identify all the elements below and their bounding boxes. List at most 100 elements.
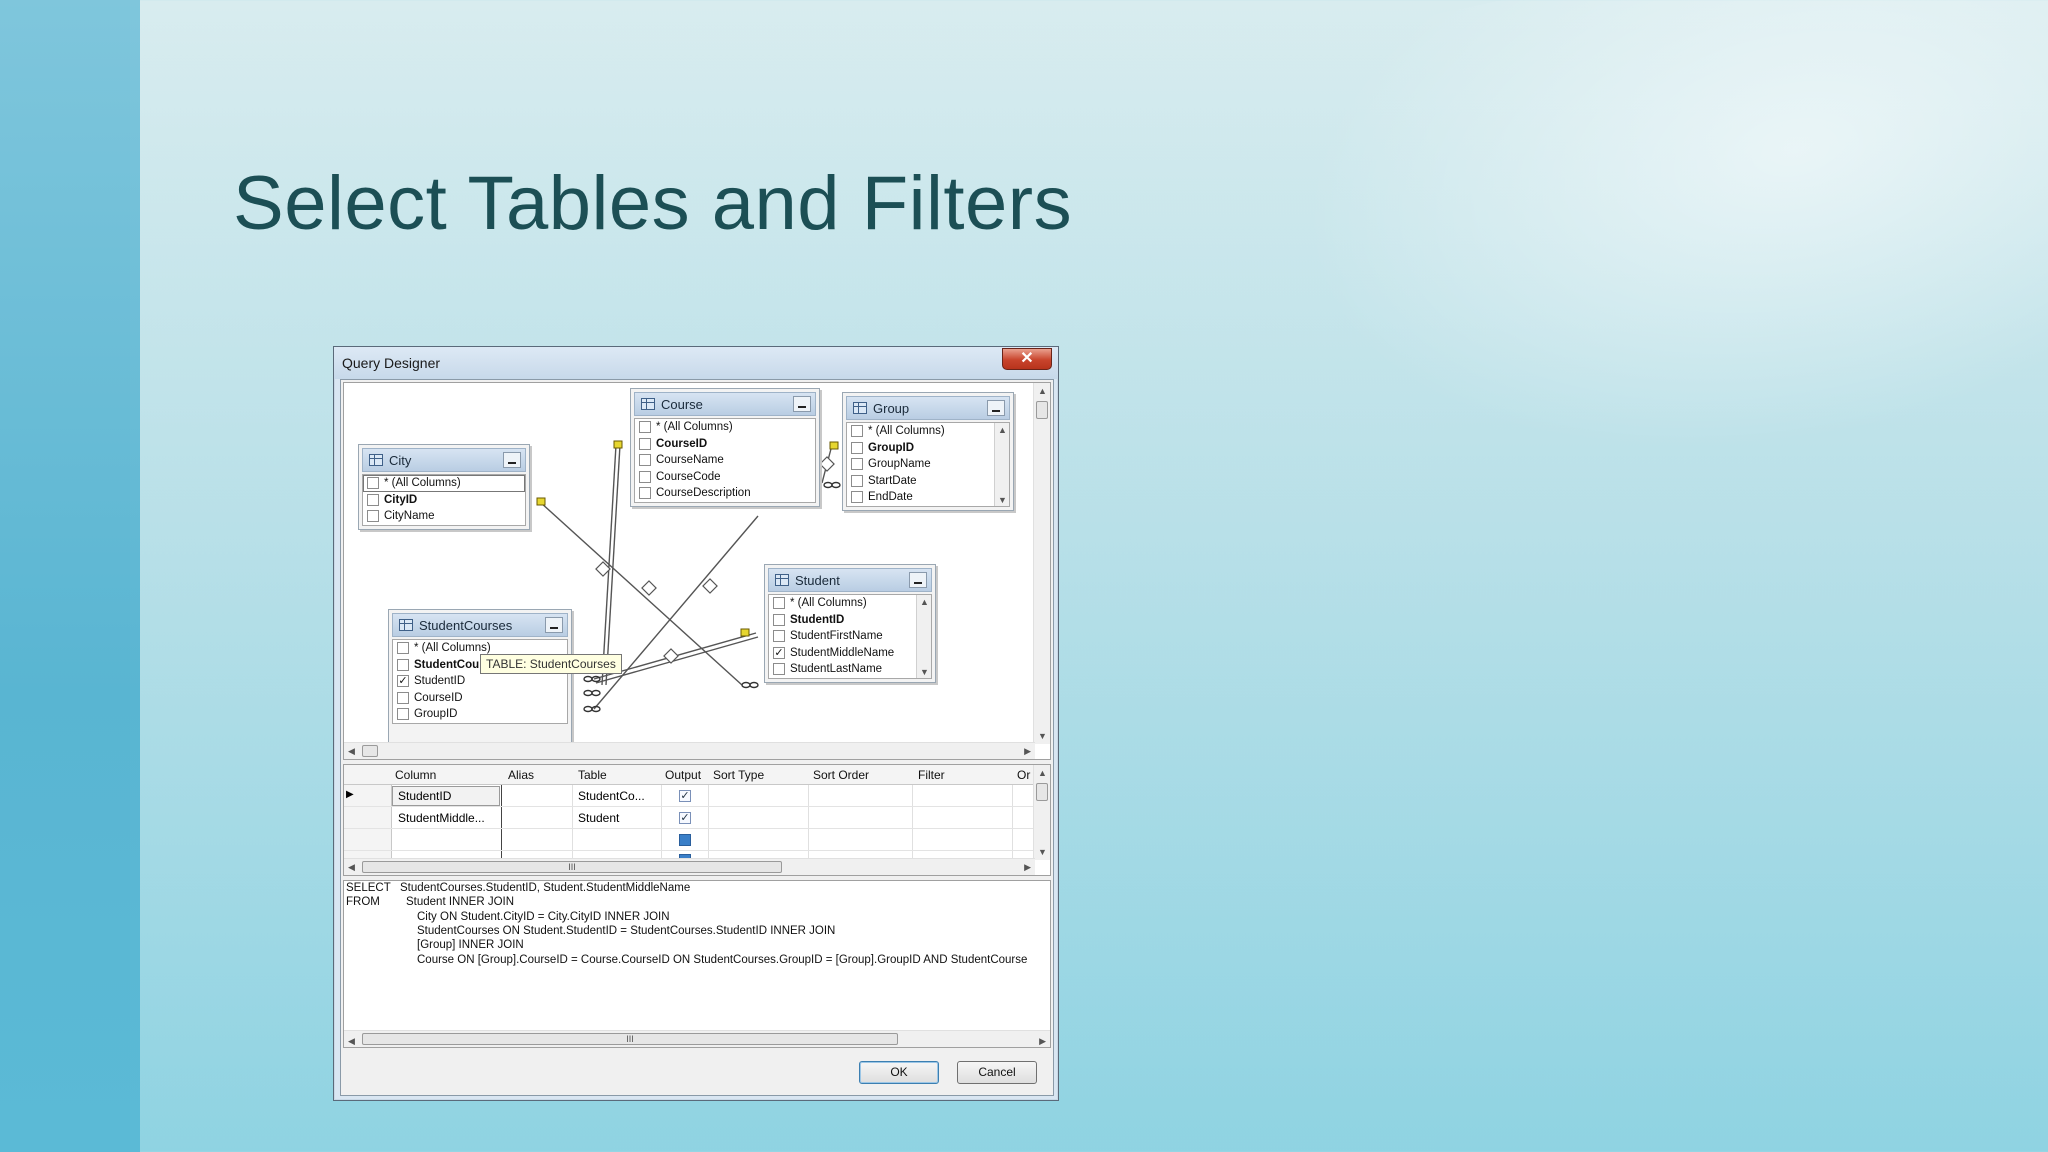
scroll-right-icon[interactable]: ▶ [1024,862,1031,873]
table-scrollbar[interactable]: ▲ ▼ [994,423,1009,506]
column-checkbox[interactable] [639,454,651,467]
column-checkbox[interactable] [773,613,785,626]
column-row[interactable]: GroupName [847,456,1009,473]
column-row[interactable]: StudentLastName [769,661,931,678]
minimize-icon[interactable] [909,572,927,588]
dialog-titlebar[interactable]: Query Designer ✕ [334,347,1058,379]
output-checkbox[interactable] [679,834,691,846]
table-city-header[interactable]: City [362,448,526,472]
scroll-up-icon[interactable]: ▲ [1038,386,1047,396]
header-sort-order[interactable]: Sort Order [813,768,869,782]
column-row[interactable]: ✓ StudentID [393,673,567,690]
column-row[interactable]: EndDate [847,489,1009,506]
column-checkbox[interactable] [773,663,785,676]
column-checkbox[interactable] [397,658,409,671]
column-checkbox[interactable] [851,425,863,438]
column-row[interactable]: CityID [363,492,525,509]
scroll-thumb[interactable]: III [362,1033,898,1045]
scroll-left-icon[interactable]: ◀ [348,746,355,757]
row-selector[interactable] [344,829,392,850]
sql-horizontal-scrollbar[interactable]: ◀ III ▶ [344,1030,1050,1047]
ok-button[interactable]: OK [859,1061,939,1084]
table-group-header[interactable]: Group [846,396,1010,420]
scroll-down-icon[interactable]: ▼ [998,495,1007,505]
header-alias[interactable]: Alias [508,768,534,782]
scroll-thumb[interactable]: III [362,861,782,873]
sql-pane[interactable]: SELECT FROM StudentCourses.StudentID, St… [343,880,1051,1048]
column-row[interactable]: * (All Columns) [769,595,931,612]
column-checkbox[interactable] [851,441,863,454]
table-student-header[interactable]: Student [768,568,932,592]
scroll-right-icon[interactable]: ▶ [1039,1034,1046,1047]
scroll-up-icon[interactable]: ▲ [920,597,929,607]
header-or[interactable]: Or [1017,768,1030,782]
scroll-right-icon[interactable]: ▶ [1024,746,1031,757]
column-checkbox[interactable] [367,493,379,506]
table-studentcourses[interactable]: StudentCourses * (All Columns) StudentCo… [388,609,572,759]
scroll-thumb[interactable] [362,745,378,757]
row-selector[interactable]: ▶ [344,785,392,806]
table-city[interactable]: City * (All Columns) CityID CityName [358,444,530,530]
column-row[interactable]: CourseName [635,452,815,469]
column-checkbox[interactable] [639,437,651,450]
output-checkbox[interactable]: ✓ [679,812,691,824]
criteria-grid[interactable]: Column Alias Table Output Sort Type Sort… [343,764,1051,876]
column-checkbox-checked[interactable]: ✓ [773,646,785,659]
column-row[interactable]: GroupID [393,706,567,723]
column-row[interactable]: * (All Columns) [847,423,1009,440]
table-course[interactable]: Course * (All Columns) CourseID CourseNa… [630,388,820,507]
scroll-up-icon[interactable]: ▲ [1038,768,1047,778]
table-row[interactable] [344,829,1035,851]
table-row[interactable]: StudentMiddle... Student ✓ [344,807,1035,829]
scroll-down-icon[interactable]: ▼ [1038,847,1047,857]
table-student[interactable]: Student * (All Columns) StudentID Studen… [764,564,936,683]
scroll-left-icon[interactable]: ◀ [348,1034,355,1047]
column-row[interactable]: * (All Columns) [363,475,525,492]
table-studentcourses-header[interactable]: StudentCourses [392,613,568,637]
column-checkbox[interactable] [639,421,651,434]
minimize-icon[interactable] [545,617,563,633]
header-table[interactable]: Table [578,768,607,782]
close-button[interactable]: ✕ [1002,348,1052,370]
column-row[interactable]: StartDate [847,473,1009,490]
column-checkbox[interactable] [773,630,785,643]
table-scrollbar[interactable]: ▲ ▼ [916,595,931,678]
column-checkbox[interactable] [397,691,409,704]
diagram-pane[interactable]: City * (All Columns) CityID CityName Cou… [343,382,1051,760]
minimize-icon[interactable] [503,452,521,468]
column-row[interactable]: * (All Columns) [635,419,815,436]
output-checkbox[interactable]: ✓ [679,790,691,802]
header-filter[interactable]: Filter [918,768,945,782]
diagram-horizontal-scrollbar[interactable]: ◀ ▶ [344,742,1035,759]
column-checkbox[interactable] [773,597,785,610]
cell-column[interactable]: StudentID [398,789,451,803]
cell-table[interactable]: Student [578,811,619,825]
column-row[interactable]: CourseDescription [635,485,815,502]
table-group[interactable]: Group * (All Columns) GroupID GroupName … [842,392,1014,511]
header-sort-type[interactable]: Sort Type [713,768,764,782]
column-row[interactable]: ✓ StudentMiddleName [769,645,931,662]
cell-column[interactable]: StudentMiddle... [398,811,485,825]
cell-table[interactable]: StudentCo... [578,789,645,803]
column-checkbox[interactable] [397,708,409,721]
scroll-down-icon[interactable]: ▼ [920,667,929,677]
grid-horizontal-scrollbar[interactable]: ◀ III ▶ [344,858,1035,875]
column-row[interactable]: CourseID [393,690,567,707]
diagram-vertical-scrollbar[interactable]: ▲ ▼ [1033,383,1050,744]
header-column[interactable]: Column [395,768,436,782]
table-course-header[interactable]: Course [634,392,816,416]
column-checkbox[interactable] [397,642,409,655]
column-checkbox[interactable] [367,477,379,490]
minimize-icon[interactable] [987,400,1005,416]
scroll-thumb[interactable] [1036,783,1048,801]
cancel-button[interactable]: Cancel [957,1061,1037,1084]
column-checkbox[interactable] [367,510,379,523]
column-row[interactable]: CourseID [635,436,815,453]
column-row[interactable]: CourseCode [635,469,815,486]
column-checkbox[interactable] [851,474,863,487]
scroll-left-icon[interactable]: ◀ [348,862,355,873]
column-row[interactable]: GroupID [847,440,1009,457]
column-checkbox[interactable] [639,487,651,500]
column-row[interactable]: CityName [363,508,525,525]
column-row[interactable]: StudentFirstName [769,628,931,645]
